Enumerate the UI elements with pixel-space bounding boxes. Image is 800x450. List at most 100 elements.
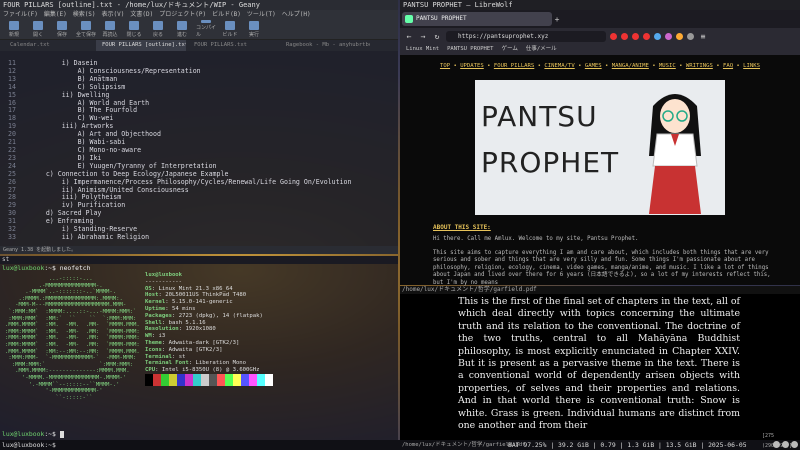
- neofetch-value: bash 5.1.16: [168, 319, 206, 326]
- toolbar-button[interactable]: 戻る: [148, 20, 168, 38]
- neofetch-colon: :: [161, 319, 169, 326]
- toolbar-button-label: 保存: [56, 31, 67, 38]
- palette-swatch: [209, 374, 217, 386]
- neofetch-key: Theme: [145, 339, 162, 346]
- nav-link[interactable]: UPDATES: [460, 63, 484, 69]
- toolbar-button[interactable]: 進む: [172, 20, 192, 38]
- toolbar-button[interactable]: コンパイル: [196, 20, 216, 38]
- bookmark-item[interactable]: ゲーム: [501, 44, 517, 55]
- toolbar-button-label: 開く: [32, 31, 43, 38]
- geany-titlebar[interactable]: FOUR PILLARS [outline].txt - /home/lux/ド…: [0, 0, 398, 10]
- new-tab-icon[interactable]: +: [552, 15, 562, 24]
- editor-area[interactable]: 11 i) Dasein 12 A) Consciousness/Represen…: [0, 59, 398, 246]
- neofetch-row: WM: i3: [145, 333, 263, 340]
- palette-swatch: [233, 374, 241, 386]
- terminal-titlebar[interactable]: st: [0, 256, 398, 264]
- pdf-titlebar[interactable]: /home/lux/ドキュメント/哲学/garfield.pdf: [400, 286, 800, 294]
- toolbar-icon: [129, 20, 139, 30]
- neofetch-row: Icons: Adwaita [GTK2/3]: [145, 347, 263, 354]
- browser-titlebar[interactable]: PANTSU PROPHET — LibreWolf: [400, 0, 800, 10]
- toolbar-button-label: 全て保存: [76, 31, 97, 38]
- toolbar-button[interactable]: 実行: [244, 20, 264, 38]
- nav-link[interactable]: CINEMA/TV: [544, 63, 574, 69]
- nav-link[interactable]: GAMES: [585, 63, 602, 69]
- toolbar-button[interactable]: 全て保存: [76, 20, 96, 38]
- nav-link[interactable]: MANGA/ANIME: [612, 63, 649, 69]
- extension-icon[interactable]: [610, 32, 617, 40]
- neofetch-info: lux@luxbook ----------- OS: Linux Mint 21.…: [145, 272, 263, 388]
- toolbar-icon: [9, 20, 19, 30]
- neofetch-key: Shell: [145, 319, 162, 326]
- text-cursor: [59, 430, 64, 438]
- bookmark-item[interactable]: PANTSU PROPHET: [447, 44, 493, 55]
- system-tray: [773, 441, 798, 448]
- tray-icon[interactable]: [791, 441, 798, 448]
- site-banner: PANTSU PROPHET: [475, 80, 725, 215]
- neofetch-colon: :: [188, 360, 196, 367]
- librewolf-window: PANTSU PROPHET — LibreWolf PANTSU PROPHE…: [400, 0, 800, 286]
- editor-tab[interactable]: Calendar.txt: [4, 40, 94, 51]
- toolbar-icon: [249, 20, 259, 30]
- browser-navbar: ← → ↻ https://pantsuprophet.xyz ≡: [400, 28, 800, 44]
- extension-icon[interactable]: [687, 32, 694, 40]
- menu-icon[interactable]: ≡: [698, 32, 708, 41]
- neofetch-colon: :: [171, 353, 179, 360]
- menu-item[interactable]: 検索(S): [73, 10, 96, 19]
- tray-icon[interactable]: [773, 441, 780, 448]
- bookmark-item[interactable]: Linux Mint: [406, 44, 439, 55]
- extension-icon[interactable]: [676, 32, 683, 40]
- nav-separator: •: [601, 63, 612, 69]
- palette-swatch: [145, 374, 153, 386]
- menu-item[interactable]: ツール(T): [247, 10, 276, 19]
- editor-tab[interactable]: FOUR PILLARS [outline].txt: [96, 40, 186, 51]
- toolbar-icon: [33, 20, 43, 30]
- palette-swatch: [193, 374, 201, 386]
- editor-tab[interactable]: FOUR PILLARS.txt: [188, 40, 278, 51]
- editor-tab[interactable]: Ragebook - Mb - anyhubrtbcbb.txt: [280, 40, 370, 51]
- nav-link[interactable]: FAQ: [723, 63, 733, 69]
- site-nav: TOP • UPDATES • FOUR PILLARS • CINEMA/TV…: [400, 63, 800, 69]
- menu-item[interactable]: ファイル(F): [3, 10, 38, 19]
- toolbar-button[interactable]: ビルド: [220, 20, 240, 38]
- url-input[interactable]: https://pantsuprophet.xyz: [446, 30, 606, 42]
- reload-icon[interactable]: ↻: [432, 32, 442, 41]
- workspace-indicator[interactable]: lux@luxbook:~$: [2, 440, 56, 450]
- neofetch-row: Host: 20L50011US ThinkPad T480: [145, 292, 263, 299]
- nav-link[interactable]: LINKS: [743, 63, 760, 69]
- pdf-page-text: This is the first of the final set of ch…: [458, 296, 740, 432]
- palette-swatch: [201, 374, 209, 386]
- nav-link[interactable]: WRITINGS: [686, 63, 713, 69]
- toolbar-button[interactable]: 再読込: [100, 20, 120, 38]
- toolbar-button[interactable]: 新規: [4, 20, 24, 38]
- menu-item[interactable]: ビルド(B): [212, 10, 241, 19]
- menu-item[interactable]: 文書(D): [130, 10, 153, 19]
- neofetch-key: CPU: [145, 367, 156, 374]
- nav-link[interactable]: TOP: [440, 63, 450, 69]
- menu-item[interactable]: ヘルプ(H): [282, 10, 311, 19]
- about-paragraph: This site aims to capture everything I a…: [433, 249, 771, 286]
- bookmark-item[interactable]: 仕事/メール: [526, 44, 557, 55]
- toolbar-button[interactable]: 開く: [28, 20, 48, 38]
- nav-link[interactable]: FOUR PILLARS: [494, 63, 534, 69]
- extension-icon[interactable]: [632, 32, 639, 40]
- extension-icon[interactable]: [621, 32, 628, 40]
- menu-item[interactable]: 表示(V): [102, 10, 125, 19]
- toolbar-button-label: 進む: [176, 31, 187, 38]
- back-icon[interactable]: ←: [404, 32, 414, 41]
- browser-tab[interactable]: PANTSU PROPHET: [402, 12, 552, 26]
- extension-icon[interactable]: [665, 32, 672, 40]
- tray-icon[interactable]: [782, 441, 789, 448]
- forward-icon[interactable]: →: [418, 32, 428, 41]
- pdf-viewer-window[interactable]: /home/lux/ドキュメント/哲学/garfield.pdf This is…: [400, 286, 800, 440]
- terminal-window[interactable]: st lux@luxbook:~$ neofetch ...-:::::-...…: [0, 256, 398, 440]
- menu-item[interactable]: プロジェクト(P): [159, 10, 206, 19]
- neofetch-value: Liberation Mono: [195, 360, 247, 367]
- extension-icon[interactable]: [643, 32, 650, 40]
- menu-item[interactable]: 編集(E): [44, 10, 67, 19]
- nav-link[interactable]: MUSIC: [659, 63, 676, 69]
- toolbar-button[interactable]: 保存: [52, 20, 72, 38]
- about-heading: ABOUT THIS SITE:: [433, 224, 491, 231]
- toolbar-button[interactable]: 閉じる: [124, 20, 144, 38]
- extension-icon[interactable]: [654, 32, 661, 40]
- terminal-prompt-line[interactable]: lux@luxbook:~$: [2, 430, 64, 438]
